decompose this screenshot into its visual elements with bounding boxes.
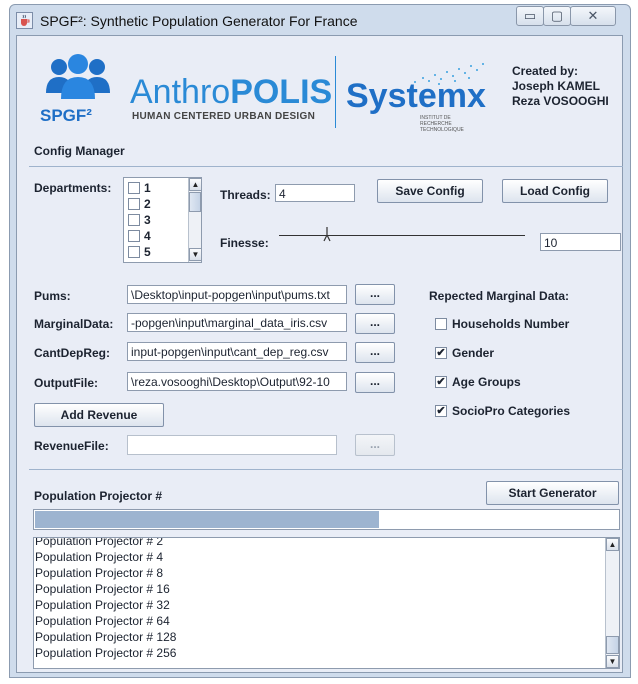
output-file-label: OutputFile: — [34, 376, 98, 390]
start-generator-button[interactable]: Start Generator — [486, 481, 619, 505]
households-checkbox[interactable] — [435, 318, 447, 330]
log-scrollbar[interactable]: ▲ ▼ — [605, 538, 619, 668]
marginal-data-browse-button[interactable]: ... — [355, 313, 395, 334]
department-label: 4 — [144, 229, 151, 243]
app-window: SPGF²: Synthetic Population Generator Fo… — [9, 4, 631, 678]
department-label: 1 — [144, 181, 151, 195]
java-cup-icon-graphic — [21, 14, 30, 26]
title-bar[interactable]: SPGF²: Synthetic Population Generator Fo… — [10, 5, 630, 35]
spgf-logo: SPGF² — [38, 53, 118, 131]
pums-path-field[interactable]: \Desktop\input-popgen\input\pums.txt — [127, 285, 347, 304]
logo-divider — [335, 56, 336, 128]
slider-track — [279, 235, 525, 236]
departments-label: Departments: — [34, 181, 112, 195]
scroll-thumb[interactable] — [606, 636, 619, 654]
log-line: Population Projector # 64 — [35, 614, 170, 628]
finesse-value-field[interactable]: 10 — [540, 233, 621, 251]
department-label: 2 — [144, 197, 151, 211]
cant-dep-reg-label: CantDepReg: — [34, 346, 111, 360]
department-label: 3 — [144, 213, 151, 227]
config-manager-title: Config Manager — [34, 144, 125, 158]
department-label: 5 — [144, 245, 151, 259]
cant-dep-reg-path-field[interactable]: input-popgen\input\cant_dep_reg.csv — [127, 342, 347, 361]
projector-separator — [29, 469, 623, 470]
generation-progress-bar — [33, 509, 620, 530]
scroll-down-icon[interactable]: ▼ — [606, 655, 619, 668]
log-line: Population Projector # 128 — [35, 630, 177, 644]
output-file-browse-button[interactable]: ... — [355, 372, 395, 393]
pums-browse-button[interactable]: ... — [355, 284, 395, 305]
client-area: SPGF² AnthroPOLIS HUMAN CENTERED URBAN D… — [16, 35, 623, 673]
log-line: Population Projector # 16 — [35, 582, 170, 596]
load-config-button[interactable]: Load Config — [502, 179, 608, 203]
threads-input[interactable]: 4 — [275, 184, 355, 202]
close-icon: ✕ — [587, 8, 599, 23]
log-lines: Population Projector # 2 Population Proj… — [35, 537, 605, 661]
age-groups-label: Age Groups — [452, 375, 521, 389]
add-revenue-button[interactable]: Add Revenue — [34, 403, 164, 427]
output-file-path-field[interactable]: \reza.vosooghi\Desktop\Output\92-10 — [127, 372, 347, 391]
departments-scrollbar[interactable]: ▲ ▼ — [188, 178, 201, 262]
maximize-button[interactable]: ▢ — [543, 6, 571, 26]
progress-fill — [35, 511, 379, 528]
threads-label: Threads: — [220, 188, 271, 202]
marginal-data-path-field[interactable]: -popgen\input\marginal_data_iris.csv — [127, 313, 347, 332]
households-label: Households Number — [452, 317, 570, 331]
close-button[interactable]: ✕ — [570, 6, 616, 26]
department-checkbox[interactable] — [128, 214, 140, 226]
scroll-down-icon[interactable]: ▼ — [189, 248, 201, 261]
log-list[interactable]: Population Projector # 2 Population Proj… — [33, 537, 620, 669]
sociopro-label: SocioPro Categories — [452, 404, 571, 418]
departments-list[interactable]: 1 2 3 4 5 ▲ ▼ — [123, 177, 202, 263]
author-name: Joseph KAMEL — [512, 79, 601, 93]
minimize-button[interactable]: ▭ — [516, 6, 544, 26]
java-cup-icon — [16, 12, 33, 29]
log-line: Population Projector # 256 — [35, 646, 177, 660]
pums-label: Pums: — [34, 289, 71, 303]
anthropolis-name-light: Anthro — [130, 73, 231, 111]
slider-thumb[interactable] — [323, 227, 331, 245]
finesse-slider[interactable] — [279, 226, 525, 246]
config-separator — [29, 166, 623, 167]
department-checkbox[interactable] — [128, 246, 140, 258]
systemx-tagline: INSTITUT DE RECHERCHE TECHNOLOGIQUE — [420, 115, 464, 133]
log-line: Population Projector # 2 — [35, 537, 164, 548]
marginal-data-label: MarginalData: — [34, 317, 114, 331]
revenue-file-label: RevenueFile: — [34, 439, 109, 453]
people-group-icon — [46, 54, 110, 99]
finesse-label: Finesse: — [220, 236, 269, 250]
projector-title: Population Projector # — [34, 489, 163, 503]
department-checkbox[interactable] — [128, 198, 140, 210]
revenue-file-path-field[interactable] — [127, 435, 337, 455]
save-config-button[interactable]: Save Config — [377, 179, 483, 203]
minimize-icon: ▭ — [523, 8, 537, 23]
window-title: SPGF²: Synthetic Population Generator Fo… — [40, 13, 358, 29]
gender-checkbox[interactable]: ✔ — [435, 347, 447, 359]
age-groups-checkbox[interactable]: ✔ — [435, 376, 447, 388]
maximize-icon: ▢ — [550, 8, 564, 23]
marginal-data-title: Repected Marginal Data: — [429, 289, 570, 303]
sociopro-checkbox[interactable]: ✔ — [435, 405, 447, 417]
anthropolis-name-bold: POLIS — [230, 73, 333, 111]
scroll-up-icon[interactable]: ▲ — [189, 178, 201, 191]
department-checkbox[interactable] — [128, 230, 140, 242]
scroll-thumb[interactable] — [189, 192, 201, 212]
log-line: Population Projector # 32 — [35, 598, 170, 612]
created-by-label: Created by: — [512, 64, 579, 78]
gender-label: Gender — [452, 346, 495, 360]
cant-dep-reg-browse-button[interactable]: ... — [355, 342, 395, 363]
department-checkbox[interactable] — [128, 182, 140, 194]
author-name: Reza VOSOOGHI — [512, 94, 609, 108]
scroll-up-icon[interactable]: ▲ — [606, 538, 619, 551]
revenue-file-browse-button[interactable]: ... — [355, 434, 395, 456]
systemx-dots-decoration — [414, 63, 484, 85]
spgf-logo-text: SPGF² — [40, 106, 92, 125]
anthropolis-tagline: HUMAN CENTERED URBAN DESIGN — [132, 111, 316, 122]
log-line: Population Projector # 8 — [35, 566, 164, 580]
log-line: Population Projector # 4 — [35, 550, 164, 564]
anthropolis-logo: AnthroPOLIS — [130, 74, 332, 110]
